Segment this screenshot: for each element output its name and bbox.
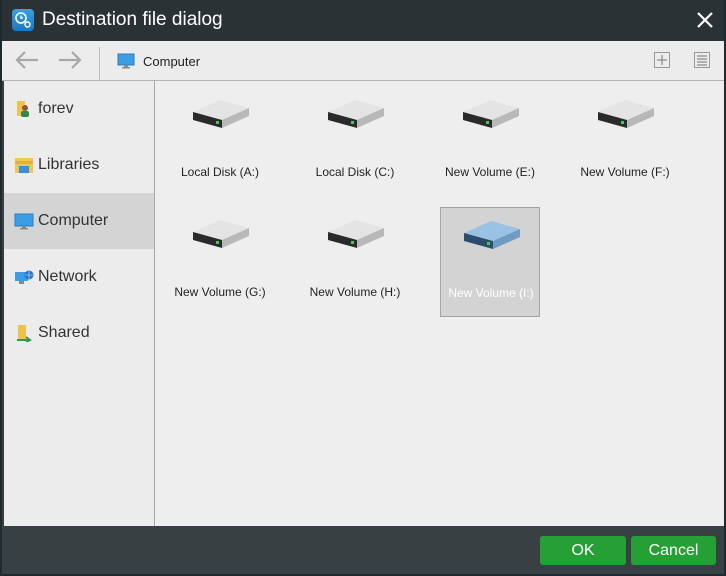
- cancel-button[interactable]: Cancel: [631, 536, 716, 565]
- hard-drive-icon: [463, 100, 519, 128]
- hard-drive-icon: [328, 100, 384, 128]
- drive-label: New Volume (G:): [174, 285, 266, 299]
- close-icon: [697, 12, 713, 28]
- monitor-icon: [14, 212, 34, 230]
- drive-label: Local Disk (A:): [180, 165, 260, 179]
- drive-item[interactable]: New Volume (H:): [305, 207, 405, 317]
- network-icon: [14, 268, 34, 286]
- hard-drive-icon: [193, 100, 249, 128]
- hard-drive-icon: [464, 221, 520, 249]
- drive-label: New Volume (H:): [309, 285, 401, 299]
- forward-button[interactable]: [57, 50, 83, 70]
- destination-file-dialog: Destination file dialog Computer forev L…: [2, 0, 724, 574]
- plus-box-icon: [657, 55, 667, 65]
- hard-drive-icon: [193, 220, 249, 248]
- drive-item[interactable]: Local Disk (C:): [305, 87, 405, 197]
- drive-item[interactable]: New Volume (E:): [440, 87, 540, 197]
- backup-clock-icon: [12, 9, 34, 31]
- close-button[interactable]: [694, 9, 716, 31]
- arrow-right-icon: [59, 51, 82, 69]
- sidebar-item-computer[interactable]: Computer: [4, 193, 154, 249]
- drive-list: Local Disk (A:) Local Disk (C:) New Volume…: [155, 81, 724, 526]
- arrow-left-icon: [15, 51, 38, 69]
- drive-item[interactable]: Local Disk (A:): [170, 87, 270, 197]
- sidebar-label: Shared: [38, 324, 90, 341]
- sidebar-item-forev[interactable]: forev: [4, 81, 154, 137]
- drive-label: New Volume (I:): [448, 286, 534, 300]
- ok-button[interactable]: OK: [540, 536, 626, 565]
- hard-drive-icon: [328, 220, 384, 248]
- dialog-title: Destination file dialog: [42, 9, 223, 30]
- drive-label: New Volume (E:): [444, 165, 536, 179]
- sidebar: forev Libraries Computer Network Shared: [4, 81, 155, 526]
- drive-label: New Volume (F:): [580, 165, 670, 179]
- sidebar-item-network[interactable]: Network: [4, 249, 154, 305]
- sidebar-label: Computer: [38, 212, 109, 229]
- hard-drive-icon: [598, 100, 654, 128]
- breadcrumb[interactable]: Computer: [143, 54, 200, 69]
- sidebar-item-libraries[interactable]: Libraries: [4, 137, 154, 193]
- toolbar-divider: [99, 47, 100, 80]
- new-folder-button[interactable]: [654, 52, 670, 68]
- shared-folder-icon: [14, 324, 34, 343]
- dialog-footer: OK Cancel: [2, 526, 724, 574]
- drive-item[interactable]: New Volume (I:): [440, 207, 540, 317]
- back-button[interactable]: [14, 50, 40, 70]
- sidebar-label: forev: [38, 100, 74, 117]
- view-toggle-button[interactable]: [694, 52, 710, 68]
- libraries-icon: [14, 156, 34, 174]
- drive-item[interactable]: New Volume (F:): [575, 87, 675, 197]
- user-folder-icon: [14, 100, 34, 118]
- monitor-icon: [117, 53, 135, 69]
- sidebar-item-shared[interactable]: Shared: [4, 305, 154, 361]
- title-bar: Destination file dialog: [2, 0, 724, 41]
- sidebar-label: Libraries: [38, 156, 100, 173]
- drive-label: Local Disk (C:): [315, 165, 395, 179]
- list-view-icon: [697, 55, 707, 66]
- toolbar: Computer: [2, 41, 724, 81]
- sidebar-label: Network: [38, 268, 97, 285]
- drive-item[interactable]: New Volume (G:): [170, 207, 270, 317]
